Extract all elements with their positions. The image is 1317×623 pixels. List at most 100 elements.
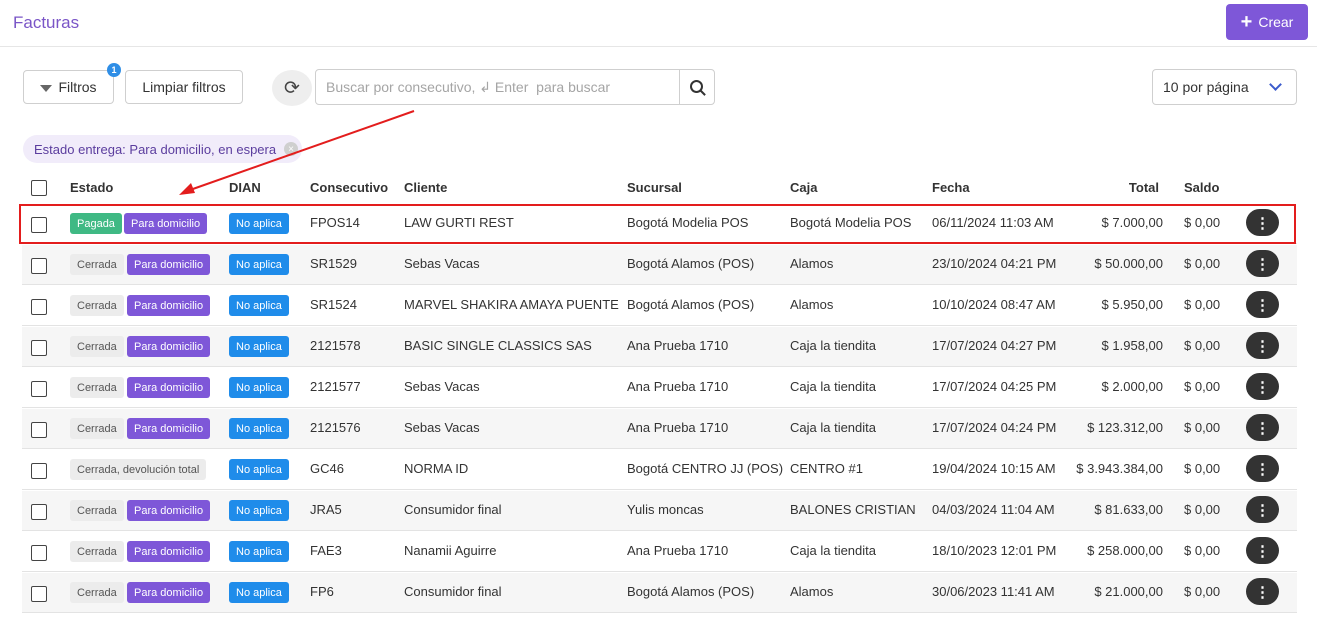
create-button[interactable]: + Crear — [1226, 4, 1308, 40]
row-checkbox[interactable] — [31, 217, 47, 233]
row-actions-button[interactable]: ⋮ — [1246, 578, 1279, 605]
table-row[interactable]: Pagada Para domicilio No aplica FPOS14 LAW G… — [22, 204, 1297, 244]
row-actions-button[interactable]: ⋮ — [1246, 291, 1279, 318]
cell-saldo: $ 0,00 — [1184, 215, 1221, 230]
status-badge: Pagada — [70, 213, 122, 234]
clear-filters-button[interactable]: Limpiar filtros — [125, 70, 243, 104]
column-header-cliente[interactable]: Cliente — [404, 180, 447, 195]
cell-caja: CENTRO #1 — [790, 461, 863, 476]
cell-caja: Alamos — [790, 584, 834, 599]
row-checkbox[interactable] — [31, 586, 47, 602]
chevron-down-icon — [1269, 78, 1282, 91]
row-actions-button[interactable]: ⋮ — [1246, 332, 1279, 359]
more-vertical-icon: ⋮ — [1255, 255, 1270, 273]
table-row[interactable]: Cerrada Para domicilio No aplica FAE3 Nanami… — [22, 532, 1297, 572]
search-button[interactable] — [679, 69, 715, 105]
row-actions-button[interactable]: ⋮ — [1246, 373, 1279, 400]
cell-total: $ 1.958,00 — [1101, 338, 1163, 353]
search-icon — [689, 79, 703, 93]
cell-cliente: LAW GURTI REST — [404, 215, 514, 230]
more-vertical-icon: ⋮ — [1255, 296, 1270, 314]
cell-cliente: MARVEL SHAKIRA AMAYA PUENTE — [404, 297, 619, 312]
row-actions-button[interactable]: ⋮ — [1246, 455, 1279, 482]
column-header-sucursal[interactable]: Sucursal — [627, 180, 682, 195]
cell-consecutivo[interactable]: FP6 — [310, 584, 334, 599]
more-vertical-icon: ⋮ — [1255, 419, 1270, 437]
dian-badge: No aplica — [229, 582, 289, 603]
delivery-badge: Para domicilio — [127, 336, 211, 357]
row-checkbox[interactable] — [31, 422, 47, 438]
table-row[interactable]: Cerrada Para domicilio No aplica 2121577 Seb… — [22, 368, 1297, 408]
search-input[interactable] — [315, 69, 680, 105]
status-badge: Cerrada — [70, 377, 124, 398]
cell-consecutivo[interactable]: GC46 — [310, 461, 344, 476]
column-header-dian[interactable]: DIAN — [229, 180, 261, 195]
active-filter-label: Estado entrega: Para domicilio, en esper… — [34, 141, 277, 157]
cell-fecha: 18/10/2023 12:01 PM — [932, 543, 1057, 558]
row-actions-button[interactable]: ⋮ — [1246, 414, 1279, 441]
cell-saldo: $ 0,00 — [1184, 502, 1221, 517]
cell-fecha: 19/04/2024 10:15 AM — [932, 461, 1056, 476]
cell-caja: Caja la tiendita — [790, 420, 876, 435]
dian-badge: No aplica — [229, 377, 289, 398]
select-all-checkbox[interactable] — [31, 180, 47, 196]
row-checkbox[interactable] — [31, 381, 47, 397]
cell-consecutivo[interactable]: JRA5 — [310, 502, 342, 517]
row-actions-button[interactable]: ⋮ — [1246, 250, 1279, 277]
refresh-icon: ⟳ — [284, 77, 300, 99]
cell-consecutivo[interactable]: SR1529 — [310, 256, 357, 271]
remove-filter-icon[interactable]: × — [284, 142, 299, 156]
table-row[interactable]: Cerrada Para domicilio No aplica FP6 Consumi… — [22, 573, 1297, 613]
cell-cliente: Sebas Vacas — [404, 379, 480, 394]
table-row[interactable]: Cerrada Para domicilio No aplica 2121578 BAS… — [22, 327, 1297, 367]
column-header-estado[interactable]: Estado — [70, 180, 113, 195]
cell-cliente: Nanamii Aguirre — [404, 543, 497, 558]
row-checkbox[interactable] — [31, 299, 47, 315]
column-header-saldo[interactable]: Saldo — [1184, 180, 1219, 195]
table-row[interactable]: Cerrada Para domicilio No aplica 2121576 Seb… — [22, 409, 1297, 449]
cell-sucursal: Ana Prueba 1710 — [627, 379, 729, 394]
row-checkbox[interactable] — [31, 258, 47, 274]
cell-consecutivo[interactable]: FAE3 — [310, 543, 342, 558]
cell-consecutivo[interactable]: 2121578 — [310, 338, 361, 353]
column-header-fecha[interactable]: Fecha — [932, 180, 970, 195]
cell-cliente: Sebas Vacas — [404, 420, 480, 435]
table-row[interactable]: Cerrada Para domicilio No aplica JRA5 Consum… — [22, 491, 1297, 531]
delivery-badge: Para domicilio — [127, 377, 211, 398]
row-checkbox[interactable] — [31, 545, 47, 561]
refresh-button[interactable]: ⟳ — [272, 70, 312, 106]
cell-cliente: Sebas Vacas — [404, 256, 480, 271]
cell-fecha: 17/07/2024 04:24 PM — [932, 420, 1057, 435]
row-checkbox[interactable] — [31, 463, 47, 479]
column-header-caja[interactable]: Caja — [790, 180, 817, 195]
cell-consecutivo[interactable]: 2121577 — [310, 379, 361, 394]
dian-badge: No aplica — [229, 500, 289, 521]
cell-total: $ 258.000,00 — [1087, 543, 1163, 558]
status-badge: Cerrada — [70, 418, 124, 439]
cell-fecha: 17/07/2024 04:27 PM — [932, 338, 1057, 353]
row-actions-button[interactable]: ⋮ — [1246, 209, 1279, 236]
cell-consecutivo[interactable]: 2121576 — [310, 420, 361, 435]
per-page-select[interactable]: 10 por página — [1152, 69, 1297, 105]
cell-total: $ 50.000,00 — [1094, 256, 1163, 271]
cell-saldo: $ 0,00 — [1184, 379, 1221, 394]
table-row[interactable]: Cerrada, devolución total No aplica GC46 NO… — [22, 450, 1297, 490]
cell-saldo: $ 0,00 — [1184, 338, 1221, 353]
column-header-total[interactable]: Total — [1110, 180, 1159, 195]
column-header-consecutivo[interactable]: Consecutivo — [310, 180, 388, 195]
cell-consecutivo[interactable]: SR1524 — [310, 297, 357, 312]
create-button-label: Crear — [1258, 14, 1294, 30]
row-actions-button[interactable]: ⋮ — [1246, 496, 1279, 523]
row-checkbox[interactable] — [31, 504, 47, 520]
cell-consecutivo[interactable]: FPOS14 — [310, 215, 360, 230]
cell-total: $ 21.000,00 — [1094, 584, 1163, 599]
cell-cliente: BASIC SINGLE CLASSICS SAS — [404, 338, 592, 353]
status-badge: Cerrada — [70, 295, 124, 316]
row-checkbox[interactable] — [31, 340, 47, 356]
table-row[interactable]: Cerrada Para domicilio No aplica SR1524 MARV… — [22, 286, 1297, 326]
cell-caja: Alamos — [790, 297, 834, 312]
filters-button[interactable]: Filtros — [23, 70, 114, 104]
table-row[interactable]: Cerrada Para domicilio No aplica SR1529 Seba… — [22, 245, 1297, 285]
cell-sucursal: Bogotá Alamos (POS) — [627, 297, 755, 312]
row-actions-button[interactable]: ⋮ — [1246, 537, 1279, 564]
